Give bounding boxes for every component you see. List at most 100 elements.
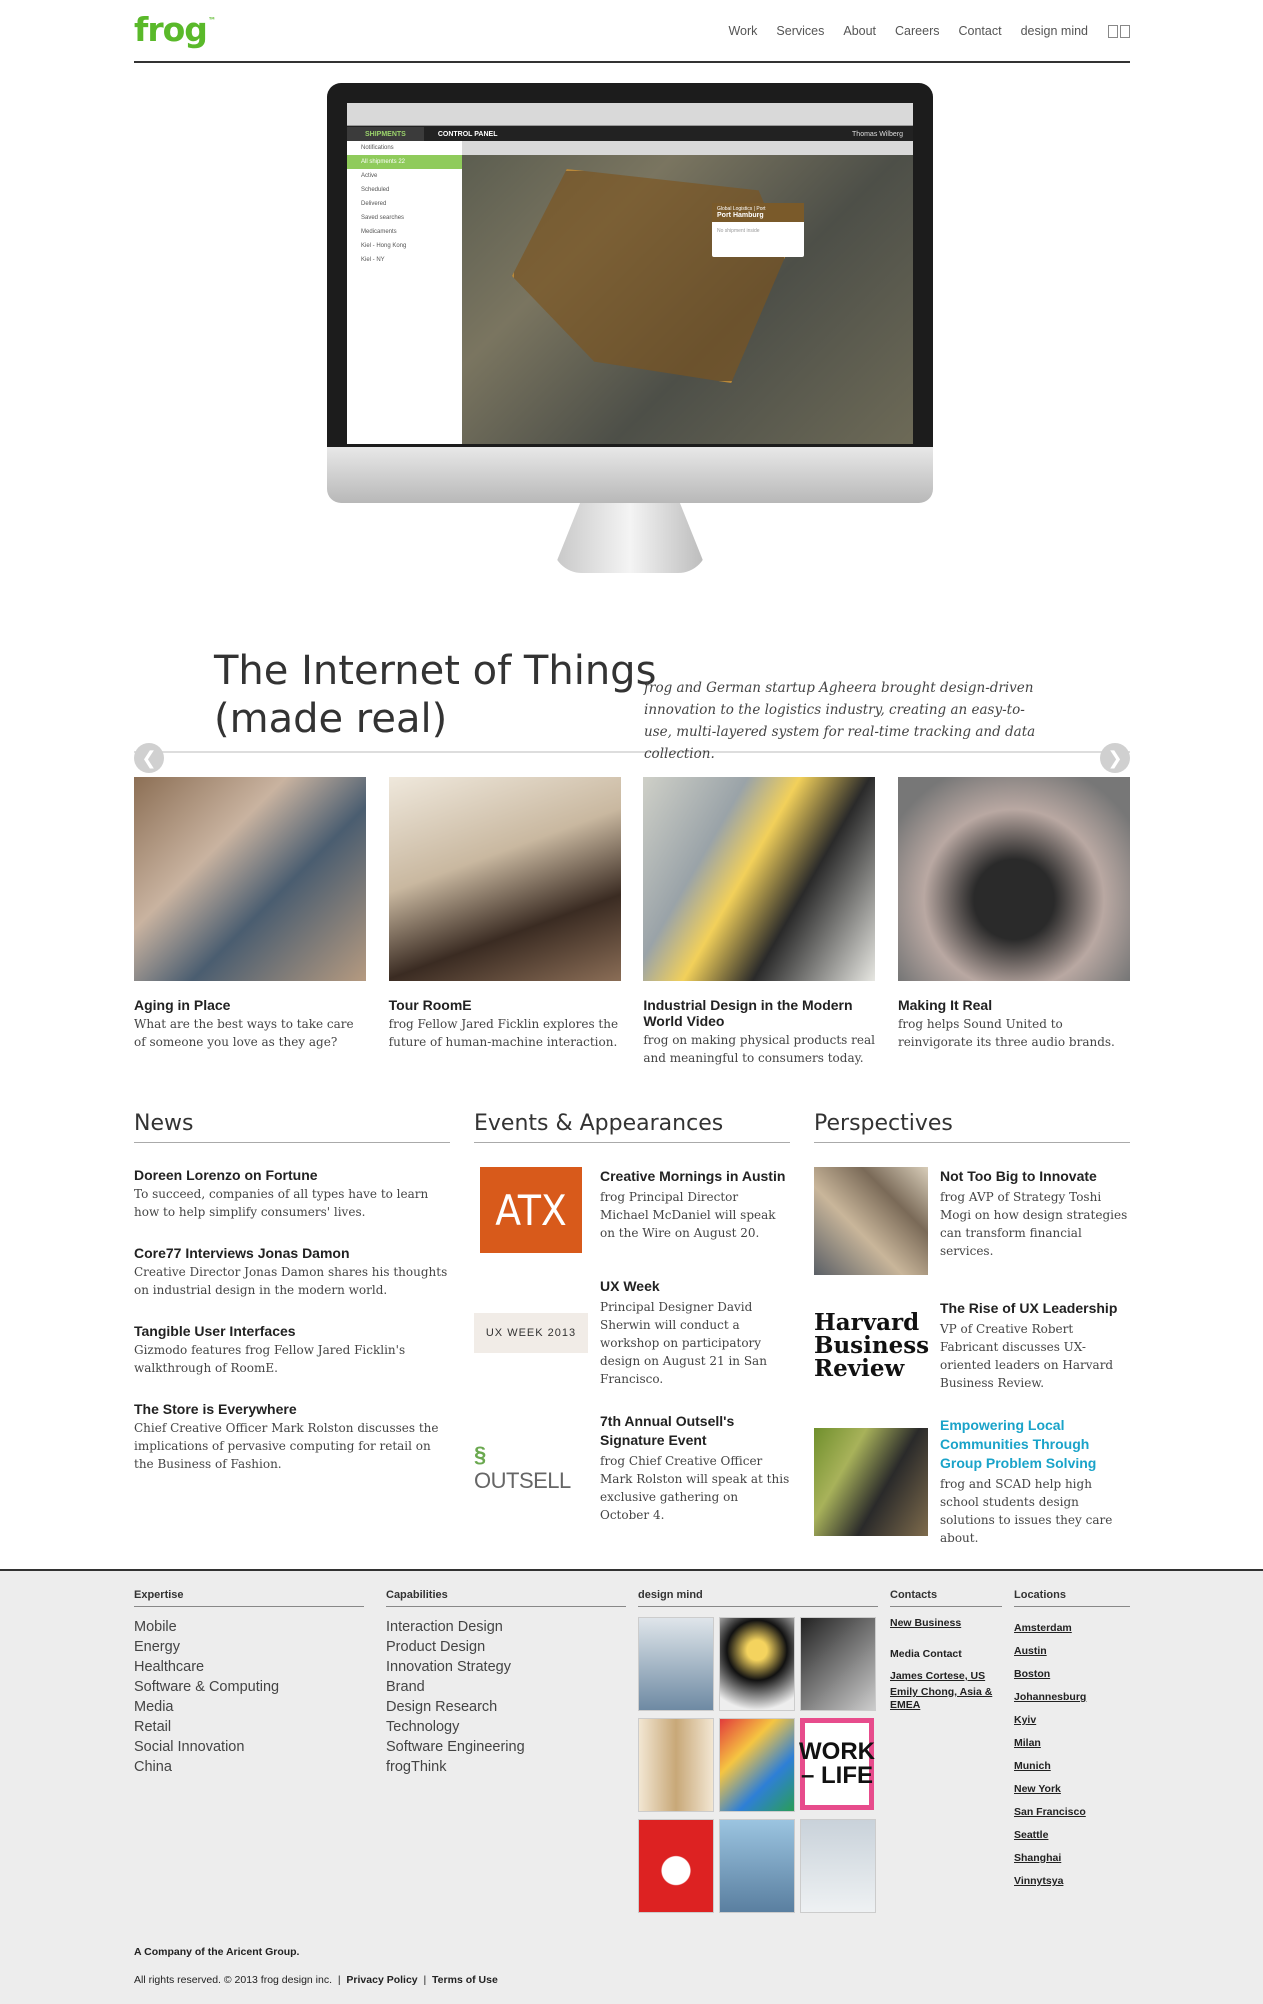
events-heading: Events & Appearances bbox=[474, 1111, 790, 1143]
prev-slide-arrow-icon[interactable]: ❮ bbox=[134, 743, 164, 773]
expertise-link[interactable]: China bbox=[134, 1757, 364, 1777]
next-slide-arrow-icon[interactable]: ❯ bbox=[1100, 743, 1130, 773]
location-link[interactable]: Munich bbox=[1014, 1755, 1130, 1778]
terms-of-use-link[interactable]: Terms of Use bbox=[432, 1974, 498, 1986]
copyright-text: All rights reserved. © 2013 frog design … bbox=[134, 1974, 333, 1986]
event-title[interactable]: 7th Annual Outsell's Signature Event bbox=[600, 1412, 790, 1450]
perspective-title[interactable]: Empowering Local Communities Through Gro… bbox=[940, 1416, 1130, 1473]
hbr-logo[interactable]: Harvard Business Review bbox=[814, 1311, 929, 1381]
feature-card[interactable]: Industrial Design in the Modern World Vi… bbox=[643, 777, 876, 1067]
capability-link[interactable]: Innovation Strategy bbox=[386, 1657, 626, 1677]
feature-image[interactable] bbox=[643, 777, 876, 981]
nav-contact[interactable]: Contact bbox=[959, 24, 1002, 38]
media-contact-asia-link[interactable]: Emily Chong, Asia & EMEA bbox=[890, 1686, 1002, 1712]
location-link[interactable]: Vinnytsya bbox=[1014, 1870, 1130, 1893]
company-note: A Company of the Aricent Group. bbox=[134, 1946, 300, 1958]
expertise-link[interactable]: Mobile bbox=[134, 1617, 364, 1637]
feature-title[interactable]: Aging in Place bbox=[134, 997, 366, 1013]
events-column: Events & Appearances ATX Creative Mornin… bbox=[474, 1111, 790, 1547]
screen-sidebar-item: All shipments 22 bbox=[347, 155, 462, 169]
logo-text: frog bbox=[134, 10, 208, 49]
frog-logo[interactable]: frog™ bbox=[134, 10, 216, 49]
magazine-cover[interactable] bbox=[800, 1819, 876, 1913]
media-contact-us-link[interactable]: James Cortese, US bbox=[890, 1670, 1002, 1683]
feature-image[interactable] bbox=[897, 777, 1130, 981]
capability-link[interactable]: Design Research bbox=[386, 1697, 626, 1717]
location-link[interactable]: Seattle bbox=[1014, 1824, 1130, 1847]
ux-week-logo[interactable]: UX WEEK 2013 bbox=[474, 1312, 588, 1353]
nav-about[interactable]: About bbox=[843, 24, 876, 38]
magazine-cover[interactable] bbox=[638, 1718, 714, 1812]
event-title[interactable]: UX Week bbox=[600, 1277, 790, 1296]
feature-title[interactable]: Tour RoomE bbox=[389, 997, 621, 1013]
feature-card[interactable]: Aging in Place What are the best ways to… bbox=[134, 777, 366, 1067]
perspective-item[interactable]: Not Too Big to Innovate frog AVP of Stra… bbox=[814, 1167, 1130, 1275]
location-link[interactable]: Kyiv bbox=[1014, 1709, 1130, 1732]
nav-careers[interactable]: Careers bbox=[895, 24, 939, 38]
magazine-cover[interactable] bbox=[638, 1617, 714, 1711]
capability-link[interactable]: Product Design bbox=[386, 1637, 626, 1657]
perspective-item[interactable]: Empowering Local Communities Through Gro… bbox=[814, 1416, 1130, 1547]
expertise-link[interactable]: Energy bbox=[134, 1637, 364, 1657]
magazine-cover[interactable] bbox=[719, 1718, 795, 1812]
feature-image[interactable] bbox=[134, 777, 366, 981]
location-link[interactable]: Milan bbox=[1014, 1732, 1130, 1755]
outsell-logo[interactable]: § OUTSELL bbox=[474, 1442, 588, 1494]
location-link[interactable]: Shanghai bbox=[1014, 1847, 1130, 1870]
perspective-title[interactable]: Not Too Big to Innovate bbox=[940, 1167, 1130, 1186]
nav-services[interactable]: Services bbox=[776, 24, 824, 38]
event-item[interactable]: UX WEEK 2013 UX Week Principal Designer … bbox=[474, 1277, 790, 1388]
event-title[interactable]: Creative Mornings in Austin bbox=[600, 1167, 790, 1186]
expertise-link[interactable]: Software & Computing bbox=[134, 1677, 364, 1697]
feature-image[interactable] bbox=[388, 777, 621, 981]
capability-link[interactable]: Brand bbox=[386, 1677, 626, 1697]
location-link[interactable]: New York bbox=[1014, 1778, 1130, 1801]
magazine-cover[interactable] bbox=[638, 1819, 714, 1913]
perspective-image[interactable] bbox=[814, 1167, 928, 1275]
news-title[interactable]: Doreen Lorenzo on Fortune bbox=[134, 1167, 450, 1183]
feature-title[interactable]: Making It Real bbox=[898, 997, 1130, 1013]
capability-link[interactable]: frogThink bbox=[386, 1757, 626, 1777]
feature-title[interactable]: Industrial Design in the Modern World Vi… bbox=[643, 997, 875, 1029]
grid-view-icon[interactable] bbox=[1108, 24, 1130, 38]
magazine-cover[interactable] bbox=[800, 1617, 876, 1711]
atx-logo[interactable]: ATX bbox=[480, 1167, 582, 1253]
magazine-cover[interactable] bbox=[719, 1617, 795, 1711]
expertise-link[interactable]: Retail bbox=[134, 1717, 364, 1737]
news-title[interactable]: Tangible User Interfaces bbox=[134, 1323, 450, 1339]
news-title[interactable]: Core77 Interviews Jonas Damon bbox=[134, 1245, 450, 1261]
feature-card[interactable]: Tour RoomE frog Fellow Jared Ficklin exp… bbox=[388, 777, 621, 1067]
footer-heading: Capabilities bbox=[386, 1589, 626, 1607]
location-link[interactable]: Johannesburg bbox=[1014, 1686, 1130, 1709]
feature-card[interactable]: Making It Real frog helps Sound United t… bbox=[897, 777, 1130, 1067]
news-item[interactable]: Doreen Lorenzo on Fortune To succeed, co… bbox=[134, 1167, 450, 1221]
port-zone bbox=[512, 169, 786, 383]
magazine-cover[interactable] bbox=[719, 1819, 795, 1913]
event-item[interactable]: ATX Creative Mornings in Austin frog Pri… bbox=[474, 1167, 790, 1253]
location-link[interactable]: Boston bbox=[1014, 1663, 1130, 1686]
news-item[interactable]: The Store is Everywhere Chief Creative O… bbox=[134, 1401, 450, 1473]
news-title[interactable]: The Store is Everywhere bbox=[134, 1401, 450, 1417]
perspective-title[interactable]: The Rise of UX Leadership bbox=[940, 1299, 1130, 1318]
expertise-link[interactable]: Social Innovation bbox=[134, 1737, 364, 1757]
perspective-item[interactable]: Harvard Business Review The Rise of UX L… bbox=[814, 1299, 1130, 1392]
privacy-policy-link[interactable]: Privacy Policy bbox=[346, 1974, 417, 1986]
location-link[interactable]: Austin bbox=[1014, 1640, 1130, 1663]
nav-design-mind[interactable]: design mind bbox=[1021, 24, 1088, 38]
new-business-link[interactable]: New Business bbox=[890, 1617, 1002, 1630]
capability-link[interactable]: Software Engineering bbox=[386, 1737, 626, 1757]
news-item[interactable]: Tangible User Interfaces Gizmodo feature… bbox=[134, 1323, 450, 1377]
event-item[interactable]: § OUTSELL 7th Annual Outsell's Signature… bbox=[474, 1412, 790, 1524]
screen-sidebar-item: Medicaments bbox=[361, 229, 397, 235]
nav-work[interactable]: Work bbox=[728, 24, 757, 38]
expertise-link[interactable]: Media bbox=[134, 1697, 364, 1717]
capability-link[interactable]: Interaction Design bbox=[386, 1617, 626, 1637]
expertise-link[interactable]: Healthcare bbox=[134, 1657, 364, 1677]
popup-title: Port Hamburg bbox=[717, 212, 764, 219]
perspective-image[interactable] bbox=[814, 1427, 928, 1536]
location-link[interactable]: Amsterdam bbox=[1014, 1617, 1130, 1640]
magazine-cover[interactable]: WORK – LIFE bbox=[799, 1718, 875, 1810]
capability-link[interactable]: Technology bbox=[386, 1717, 626, 1737]
location-link[interactable]: San Francisco bbox=[1014, 1801, 1130, 1824]
news-item[interactable]: Core77 Interviews Jonas Damon Creative D… bbox=[134, 1245, 450, 1299]
